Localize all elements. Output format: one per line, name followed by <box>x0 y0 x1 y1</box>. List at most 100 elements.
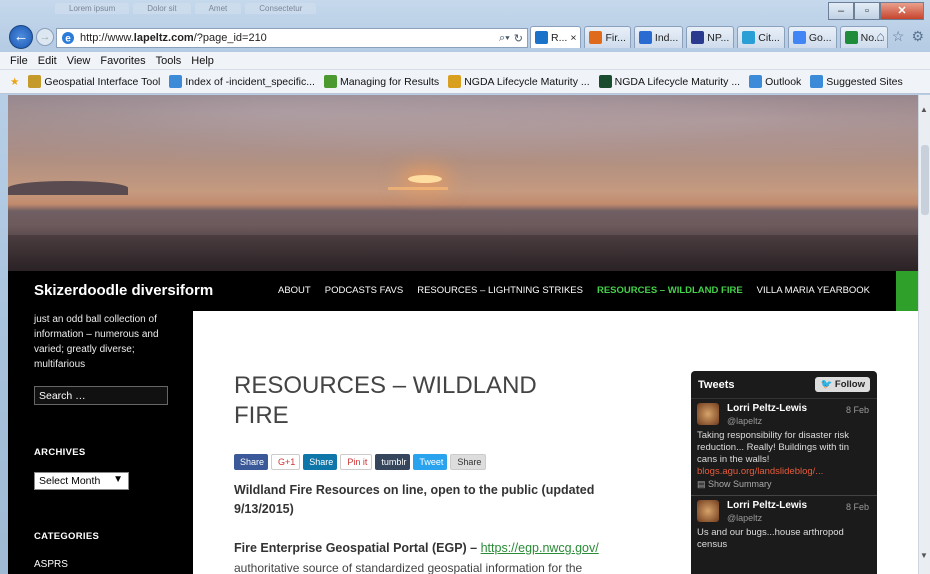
bg-tab: Amet <box>194 3 242 14</box>
maximize-button[interactable]: ▫ <box>854 2 880 20</box>
egp-link[interactable]: https://egp.nwcg.gov/ <box>481 541 599 555</box>
category-link[interactable]: ASPRS <box>34 559 68 570</box>
share-button[interactable]: G+1 <box>271 454 301 470</box>
favorite-label: NGDA Lifecycle Maturity ... <box>464 75 590 88</box>
browser-tab[interactable]: Ind... <box>633 26 684 48</box>
address-buttons: ⌕▾ ↻ <box>499 29 527 47</box>
share-label: Share <box>457 457 482 467</box>
share-label: Share <box>309 457 334 467</box>
share-button[interactable]: tumblr <box>375 454 411 470</box>
close-tab-icon[interactable]: × <box>570 32 576 44</box>
scroll-down-icon[interactable]: ▼ <box>920 551 928 560</box>
favorite-link[interactable]: NGDA Lifecycle Maturity ... <box>448 75 590 88</box>
archives-select[interactable]: Select Month ▼ <box>34 472 129 490</box>
tweet[interactable]: Lorri Peltz-Lewis 8 Feb @lapeltz Taking … <box>691 399 877 496</box>
favorite-link[interactable]: Outlook <box>749 75 801 88</box>
favorites-star-icon[interactable]: ★ <box>10 76 19 88</box>
close-button[interactable]: ✕ <box>880 2 924 20</box>
favorites-star-icon[interactable]: ☆ <box>892 28 905 45</box>
menu-item[interactable]: Help <box>191 55 214 67</box>
favorite-label: NGDA Lifecycle Maturity ... <box>614 75 741 88</box>
egp-description: authoritative source of standardized geo… <box>234 561 583 574</box>
ngda-square-icon <box>598 75 612 88</box>
home-icon[interactable]: ⌂ <box>876 28 884 45</box>
show-summary-link[interactable]: ▤ Show Summary <box>697 478 871 490</box>
summary-icon: ▤ <box>697 479 706 489</box>
favorite-link[interactable]: Geospatial Interface Tool <box>28 75 160 88</box>
window-controls: – ▫ ✕ <box>828 2 924 20</box>
search-dropdown-icon[interactable]: ⌕▾ <box>499 32 510 45</box>
scroll-up-icon[interactable]: ▲ <box>920 105 928 114</box>
nav-item[interactable]: ABOUT <box>278 285 311 296</box>
tweet-handle: @lapeltz <box>727 513 763 523</box>
site-title[interactable]: Skizerdoodle diversiform <box>34 282 213 299</box>
favorite-link[interactable]: Managing for Results <box>323 75 440 88</box>
menu-item[interactable]: Favorites <box>100 55 145 67</box>
favorite-link[interactable]: Suggested Sites <box>810 75 903 88</box>
clouds <box>8 95 918 175</box>
tab-label: R... <box>551 31 568 44</box>
svg-text:e: e <box>65 34 71 45</box>
favorite-link[interactable]: NGDA Lifecycle Maturity ... <box>598 75 741 88</box>
tweet-link[interactable]: blogs.agu.org/landslideblog/... <box>697 466 871 478</box>
search-input[interactable]: Search … <box>34 386 168 405</box>
egp-entry: Fire Enterprise Geospatial Portal (EGP) … <box>234 541 654 555</box>
tab-label: Cit... <box>758 31 780 44</box>
sun <box>408 175 442 183</box>
tab-label: Ind... <box>654 31 679 44</box>
browser-tab[interactable]: NP... <box>686 26 735 48</box>
tab-strip: R... × Fir... Ind... NP... Cit... Go... No... <box>530 26 888 48</box>
nav-item[interactable]: VILLA MARIA YEARBOOK <box>757 285 870 296</box>
distant-headland <box>8 181 128 195</box>
url-scheme: http://www. <box>80 32 134 44</box>
nav-item[interactable]: PODCASTS FAVS <box>325 285 403 296</box>
share-button[interactable]: Share <box>303 454 338 470</box>
page-scrollbar[interactable]: ▲ ▼ <box>918 95 930 574</box>
tab-label: Go... <box>808 31 832 44</box>
share-button[interactable]: Tweet <box>413 454 448 470</box>
main-nav: ABOUT PODCASTS FAVS RESOURCES – LIGHTNING … <box>278 285 870 296</box>
intro-text: Wildland Fire Resources on line, open to… <box>234 483 595 516</box>
scroll-thumb[interactable] <box>921 145 929 215</box>
follow-button[interactable]: 🐦 Follow <box>815 377 870 392</box>
menu-item[interactable]: View <box>67 55 91 67</box>
forward-button[interactable]: → <box>36 28 54 46</box>
nav-item[interactable]: RESOURCES – LIGHTNING STRIKES <box>417 285 583 296</box>
favorite-label: Geospatial Interface Tool <box>44 75 161 88</box>
tab-favicon-icon <box>535 31 548 44</box>
browser-tab[interactable]: Fir... <box>584 26 631 48</box>
back-button[interactable]: ← <box>9 25 33 49</box>
egp-label: Fire Enterprise Geospatial Portal (EGP) … <box>234 541 481 555</box>
ie-page-icon <box>810 75 824 88</box>
share-button[interactable]: Share <box>450 454 487 470</box>
share-button[interactable]: Share <box>234 454 269 470</box>
menu-item[interactable]: Tools <box>156 55 182 67</box>
bg-tab: Consectetur <box>245 3 317 14</box>
mfr-icon <box>323 75 337 88</box>
nav-item[interactable]: RESOURCES – WILDLAND FIRE <box>597 285 743 296</box>
address-bar[interactable]: e http://www. lapeltz.com/?page_id=210 ⌕▾… <box>56 28 528 48</box>
archives-heading: ARCHIVES <box>34 447 86 458</box>
twitter-bird-icon: 🐦 <box>820 379 833 390</box>
tweet-text: Taking responsibility for disaster risk … <box>697 430 850 465</box>
share-button[interactable]: Pin it <box>340 454 373 470</box>
tweet[interactable]: Lorri Peltz-Lewis 8 Feb @lapeltz Us and … <box>691 496 877 556</box>
minimize-button[interactable]: – <box>828 2 854 20</box>
browser-tab[interactable]: Go... <box>787 26 837 48</box>
browser-tab[interactable]: Cit... <box>737 26 785 48</box>
favorite-link[interactable]: Index of -incident_specific... <box>169 75 315 88</box>
gear-icon[interactable]: ⚙ <box>911 28 924 45</box>
favorite-label: Managing for Results <box>339 75 440 88</box>
avatar <box>697 500 719 522</box>
refresh-icon[interactable]: ↻ <box>514 32 523 45</box>
menu-item[interactable]: File <box>10 55 28 67</box>
menu-item[interactable]: Edit <box>38 55 57 67</box>
ie-page-icon <box>749 75 763 88</box>
archives-select-value: Select Month <box>39 475 101 487</box>
share-label: Share <box>240 457 265 467</box>
toolbar-icons: ⌂ ☆ ⚙ <box>876 28 924 45</box>
site-header: Skizerdoodle diversiform ABOUT PODCASTS F… <box>8 271 918 311</box>
share-label: tumblr <box>381 457 407 467</box>
browser-tab[interactable]: R... × <box>530 26 582 48</box>
sun-reflection <box>388 187 448 190</box>
